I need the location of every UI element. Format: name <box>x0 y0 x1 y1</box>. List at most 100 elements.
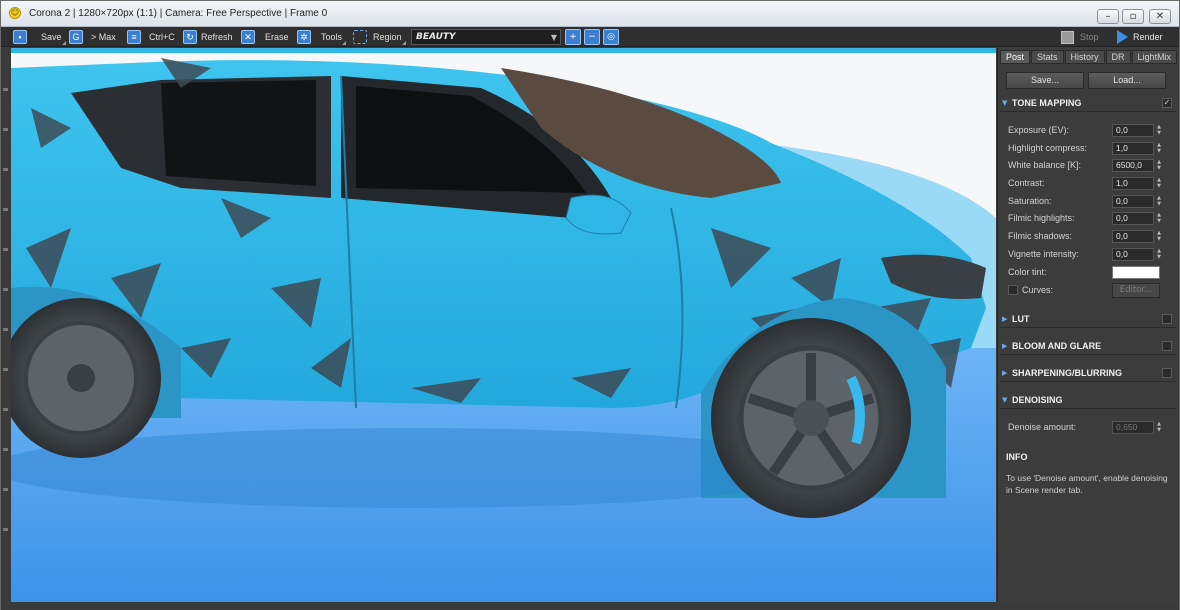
post-load-button[interactable]: Load... <box>1088 72 1166 89</box>
tone-mapping-checkbox[interactable]: ✓ <box>1162 98 1172 108</box>
zoom-fit-button[interactable]: ◎ <box>603 29 619 45</box>
lut-checkbox[interactable] <box>1162 314 1172 324</box>
save-button[interactable]: ▪ Save <box>11 28 66 46</box>
zoom-out-icon: − <box>588 32 596 42</box>
copy-button[interactable]: ≡ Ctrl+C <box>125 28 179 46</box>
render-viewport[interactable] <box>11 48 996 602</box>
param-row: Filmic shadows: 0,0 ▲ ▼ <box>1008 230 1174 244</box>
param-row: Exposure (EV): 0,0 ▲ ▼ <box>1008 124 1174 138</box>
spinner-icon[interactable]: ▲ ▼ <box>1155 124 1163 137</box>
refresh-button[interactable]: ↻ Refresh <box>181 28 237 46</box>
curves-editor-button[interactable]: Editor... <box>1112 283 1160 298</box>
spinner-icon[interactable]: ▲ ▼ <box>1155 248 1163 261</box>
post-panel: Post Stats History DR LightMix Save... L… <box>997 48 1179 602</box>
spinner-icon[interactable]: ▲ ▼ <box>1155 421 1163 434</box>
left-edge-strip <box>1 48 11 602</box>
spinner-icon[interactable]: ▲ ▼ <box>1155 177 1163 190</box>
corona-vfb-window: ☺ Corona 2 | 1280×720px (1:1) | Camera: … <box>0 0 1180 610</box>
bloom-checkbox[interactable] <box>1162 341 1172 351</box>
saturation-input[interactable]: 0,0 <box>1112 195 1154 208</box>
minimize-button[interactable]: – <box>1097 9 1119 24</box>
color-tint-swatch[interactable] <box>1112 266 1160 279</box>
app-smiley-icon: ☺ <box>9 7 21 19</box>
expand-arrow-icon: ▼ <box>1002 396 1008 404</box>
filmic-highlights-input[interactable]: 0,0 <box>1112 212 1154 225</box>
tools-label: Tools <box>321 32 343 42</box>
expand-arrow-icon: ▼ <box>1002 99 1008 107</box>
max-label: > Max <box>91 32 116 42</box>
tab-history[interactable]: History <box>1064 50 1105 64</box>
chevron-down-icon: ▼ <box>550 33 557 42</box>
rendered-car-image <box>11 48 996 602</box>
render-label: Render <box>1133 32 1163 42</box>
info-header: INFO <box>1006 452 1028 462</box>
spinner-icon[interactable]: ▲ ▼ <box>1155 195 1163 208</box>
render-pass-value: BEAUTY <box>416 32 456 42</box>
filmic-shadows-input[interactable]: 0,0 <box>1112 230 1154 243</box>
render-icon <box>1117 30 1128 44</box>
stop-icon <box>1061 30 1074 44</box>
tone-mapping-header[interactable]: ▼ TONE MAPPING ✓ <box>1000 96 1176 112</box>
param-row: Denoise amount: 0,650 ▲ ▼ <box>1008 421 1174 435</box>
curves-checkbox[interactable] <box>1008 285 1018 295</box>
bottom-bar <box>1 602 1179 610</box>
denoise-amount-input[interactable]: 0,650 <box>1112 421 1154 434</box>
erase-button[interactable]: ✕ Erase <box>239 28 293 46</box>
zoom-fit-icon: ◎ <box>607 32 615 42</box>
post-save-button[interactable]: Save... <box>1006 72 1084 89</box>
copy-label: Ctrl+C <box>149 32 175 42</box>
save-icon: ▪ <box>13 30 27 44</box>
title-bar[interactable]: ☺ Corona 2 | 1280×720px (1:1) | Camera: … <box>1 1 1179 27</box>
spinner-icon[interactable]: ▲ ▼ <box>1155 230 1163 243</box>
param-row: Color tint: <box>1008 266 1174 280</box>
param-row: Filmic highlights: 0,0 ▲ ▼ <box>1008 212 1174 226</box>
param-row: Contrast: 1,0 ▲ ▼ <box>1008 177 1174 191</box>
tab-post[interactable]: Post <box>1000 50 1031 64</box>
lut-header[interactable]: ▶ LUT <box>1000 312 1176 328</box>
spinner-icon[interactable]: ▲ ▼ <box>1155 159 1163 172</box>
spinner-icon[interactable]: ▲ ▼ <box>1155 212 1163 225</box>
collapse-arrow-icon: ▶ <box>1002 342 1008 350</box>
render-button[interactable]: Render <box>1117 28 1163 46</box>
window-title: Corona 2 | 1280×720px (1:1) | Camera: Fr… <box>29 8 328 19</box>
max-button[interactable]: G > Max <box>67 28 120 46</box>
tab-dr[interactable]: DR <box>1105 50 1131 64</box>
param-row: Vignette intensity: 0,0 ▲ ▼ <box>1008 248 1174 262</box>
render-pass-select[interactable]: BEAUTY ▼ <box>411 29 561 45</box>
collapse-arrow-icon: ▶ <box>1002 315 1008 323</box>
refresh-label: Refresh <box>201 32 233 42</box>
tab-stats[interactable]: Stats <box>1031 50 1064 64</box>
save-label: Save <box>41 32 62 42</box>
param-row: Curves: Editor... <box>1008 283 1174 298</box>
collapse-arrow-icon: ▶ <box>1002 369 1008 377</box>
region-icon <box>353 30 367 44</box>
param-row: White balance [K]: 6500,0 ▲ ▼ <box>1008 159 1174 173</box>
region-button[interactable]: Region <box>351 28 406 46</box>
exposure-input[interactable]: 0,0 <box>1112 124 1154 137</box>
region-label: Region <box>373 32 402 42</box>
highlight-compress-input[interactable]: 1,0 <box>1112 142 1154 155</box>
tab-lightmix[interactable]: LightMix <box>1131 50 1178 64</box>
zoom-out-button[interactable]: − <box>584 29 600 45</box>
copy-icon: ≡ <box>127 30 141 44</box>
info-text: To use 'Denoise amount', enable denoisin… <box>1006 473 1168 495</box>
refresh-icon: ↻ <box>183 30 197 44</box>
contrast-input[interactable]: 1,0 <box>1112 177 1154 190</box>
zoom-in-button[interactable]: + <box>565 29 581 45</box>
tools-button[interactable]: ✲ Tools <box>295 28 347 46</box>
vignette-intensity-input[interactable]: 0,0 <box>1112 248 1154 261</box>
tools-icon: ✲ <box>297 30 311 44</box>
bloom-glare-header[interactable]: ▶ BLOOM AND GLARE <box>1000 339 1176 355</box>
denoising-header[interactable]: ▼ DENOISING <box>1000 393 1176 409</box>
erase-icon: ✕ <box>241 30 255 44</box>
param-row: Saturation: 0,0 ▲ ▼ <box>1008 195 1174 209</box>
maximize-button[interactable]: ▫ <box>1122 9 1144 24</box>
close-button[interactable]: ✕ <box>1149 9 1171 24</box>
sharpen-checkbox[interactable] <box>1162 368 1172 378</box>
spinner-icon[interactable]: ▲ ▼ <box>1155 142 1163 155</box>
sharpening-header[interactable]: ▶ SHARPENING/BLURRING <box>1000 366 1176 382</box>
white-balance-input[interactable]: 6500,0 <box>1112 159 1154 172</box>
param-row: Highlight compress: 1,0 ▲ ▼ <box>1008 142 1174 156</box>
stop-button[interactable]: Stop <box>1061 28 1099 46</box>
max-icon: G <box>69 30 83 44</box>
